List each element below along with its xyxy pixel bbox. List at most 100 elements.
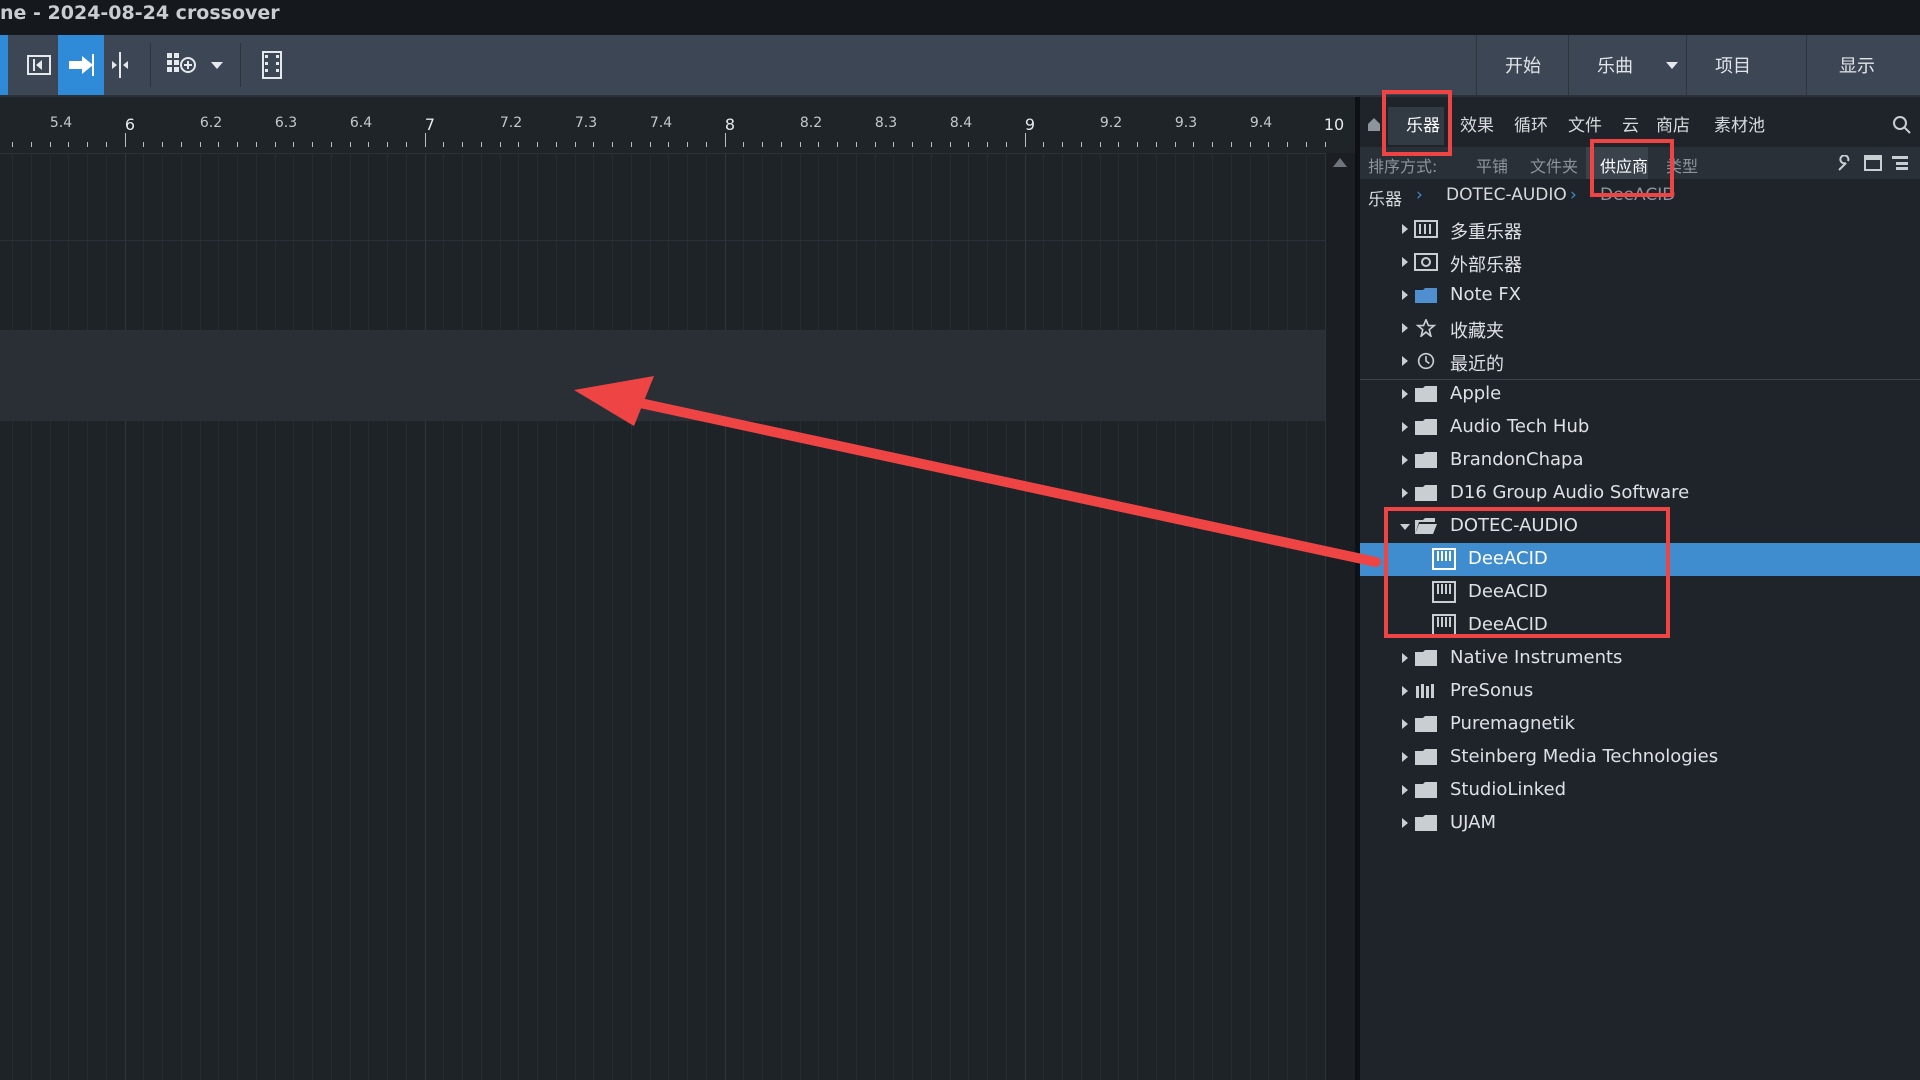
expand-arrow-icon[interactable] xyxy=(1402,488,1408,498)
list-item[interactable]: Note FX xyxy=(1360,279,1920,312)
expand-arrow-icon[interactable] xyxy=(1402,752,1408,762)
tab-shop[interactable]: 商店 xyxy=(1656,111,1690,136)
list-item[interactable]: 最近的 xyxy=(1360,345,1920,378)
vertical-scrollbar[interactable] xyxy=(1325,153,1355,1080)
ruler-tick xyxy=(706,142,707,147)
expand-arrow-icon[interactable] xyxy=(1402,389,1408,399)
ruler-tick xyxy=(1062,142,1063,147)
vendor-item-presonus[interactable]: PreSonus xyxy=(1360,675,1920,708)
grid-line xyxy=(181,153,182,1080)
tab-pool[interactable]: 素材池 xyxy=(1714,111,1765,136)
ruler-tick xyxy=(893,142,894,147)
loop-start-button[interactable] xyxy=(16,35,62,95)
expand-arrow-icon[interactable] xyxy=(1402,422,1408,432)
vendor-item-puremagnetik[interactable]: Puremagnetik xyxy=(1360,708,1920,741)
ruler-label: 8.3 xyxy=(874,115,898,131)
tab-files[interactable]: 文件 xyxy=(1568,111,1602,136)
video-button[interactable] xyxy=(254,35,290,95)
ruler-tick xyxy=(912,142,913,147)
grid-line xyxy=(500,153,501,1080)
ruler-tick xyxy=(1100,142,1101,147)
ruler-tick xyxy=(1287,142,1288,147)
expand-arrow-icon[interactable] xyxy=(1402,818,1408,828)
toolbar-edge xyxy=(0,35,8,95)
vendor-item-apple[interactable]: Apple xyxy=(1360,378,1920,411)
ruler-tick xyxy=(537,142,538,147)
song-dropdown-button[interactable] xyxy=(1660,35,1684,95)
vendor-item-steinberg[interactable]: Steinberg Media Technologies xyxy=(1360,741,1920,774)
grid-line xyxy=(800,153,801,1080)
list-view-icon[interactable] xyxy=(1890,155,1910,171)
expand-arrow-icon[interactable] xyxy=(1402,323,1408,333)
home-icon[interactable] xyxy=(1366,115,1382,133)
project-button[interactable]: 项目 xyxy=(1686,35,1779,95)
toolbar-separator xyxy=(150,43,151,87)
grid-line xyxy=(1062,153,1063,1080)
grid-line xyxy=(518,153,519,1080)
sort-flat[interactable]: 平铺 xyxy=(1476,153,1508,177)
vendor-item-audio-tech-hub[interactable]: Audio Tech Hub xyxy=(1360,411,1920,444)
grid-line xyxy=(462,153,463,1080)
expand-arrow-icon[interactable] xyxy=(1402,785,1408,795)
expand-arrow-icon[interactable] xyxy=(1402,686,1408,696)
sort-folder[interactable]: 文件夹 xyxy=(1530,153,1578,177)
breadcrumb-chevron-icon: › xyxy=(1416,185,1423,205)
main-toolbar: 开始 乐曲 项目 显示 xyxy=(0,35,1920,97)
ruler-tick xyxy=(931,142,932,147)
selected-track-lane[interactable] xyxy=(0,330,1325,420)
grid-line xyxy=(593,153,594,1080)
expand-arrow-icon[interactable] xyxy=(1402,356,1408,366)
ruler-tick xyxy=(425,133,426,147)
expand-arrow-icon[interactable] xyxy=(1402,257,1408,267)
list-item[interactable]: 多重乐器 xyxy=(1360,213,1920,246)
grid-line xyxy=(987,153,988,1080)
ruler-tick xyxy=(668,142,669,147)
list-item[interactable]: 收藏夹 xyxy=(1360,312,1920,345)
folder-icon xyxy=(1415,386,1437,402)
split-tool-button[interactable] xyxy=(104,35,136,95)
grid-line xyxy=(668,153,669,1080)
list-item[interactable]: 外部乐器 xyxy=(1360,246,1920,279)
vendor-item-brandonchapa[interactable]: BrandonChapa xyxy=(1360,444,1920,477)
arrange-view[interactable]: 5.4 6 6.2 6.3 6.4 7 7.2 7.3 7.4 8 8.2 8.… xyxy=(0,97,1355,1080)
window-icon[interactable] xyxy=(1864,155,1882,171)
song-button[interactable]: 乐曲 xyxy=(1568,35,1661,95)
ruler-tick xyxy=(743,142,744,147)
search-icon[interactable] xyxy=(1892,115,1912,135)
timeline-ruler[interactable]: 5.4 6 6.2 6.3 6.4 7 7.2 7.3 7.4 8 8.2 8.… xyxy=(0,97,1355,154)
tab-effects[interactable]: 效果 xyxy=(1460,111,1494,136)
folder-icon xyxy=(1415,782,1437,798)
vendor-item-ujam[interactable]: UJAM xyxy=(1360,807,1920,840)
grid-line xyxy=(162,153,163,1080)
tab-cloud[interactable]: 云 xyxy=(1622,111,1639,136)
expand-arrow-icon[interactable] xyxy=(1402,719,1408,729)
snap-dropdown-button[interactable] xyxy=(204,35,230,95)
expand-arrow-icon[interactable] xyxy=(1402,290,1408,300)
vendor-item-studiolinked[interactable]: StudioLinked xyxy=(1360,774,1920,807)
ruler-tick xyxy=(162,142,163,147)
list-item-label: Audio Tech Hub xyxy=(1450,416,1590,437)
follow-playhead-button[interactable] xyxy=(58,35,104,95)
tab-loops[interactable]: 循环 xyxy=(1514,111,1548,136)
wrench-icon[interactable] xyxy=(1836,155,1854,173)
ruler-tick xyxy=(106,142,107,147)
vendor-item-native-instruments[interactable]: Native Instruments xyxy=(1360,642,1920,675)
snap-grid-button[interactable] xyxy=(160,35,202,95)
chevron-down-icon xyxy=(1666,62,1678,69)
ruler-tick xyxy=(1043,142,1044,147)
breadcrumb-item[interactable]: 乐器 xyxy=(1368,185,1402,210)
ruler-tick xyxy=(950,142,951,147)
ruler-label: 8 xyxy=(724,115,736,134)
list-item-label: 多重乐器 xyxy=(1450,222,1522,243)
ruler-label: 6.4 xyxy=(349,115,373,131)
start-button[interactable]: 开始 xyxy=(1476,35,1569,95)
breadcrumb-item[interactable]: DOTEC-AUDIO xyxy=(1446,185,1567,205)
grid-line xyxy=(368,153,369,1080)
expand-arrow-icon[interactable] xyxy=(1402,455,1408,465)
grid-line xyxy=(1287,153,1288,1080)
expand-arrow-icon[interactable] xyxy=(1402,224,1408,234)
show-button[interactable]: 显示 xyxy=(1806,35,1907,95)
vendor-item-d16[interactable]: D16 Group Audio Software xyxy=(1360,477,1920,510)
expand-arrow-icon[interactable] xyxy=(1402,653,1408,663)
scroll-up-icon[interactable] xyxy=(1333,158,1347,167)
